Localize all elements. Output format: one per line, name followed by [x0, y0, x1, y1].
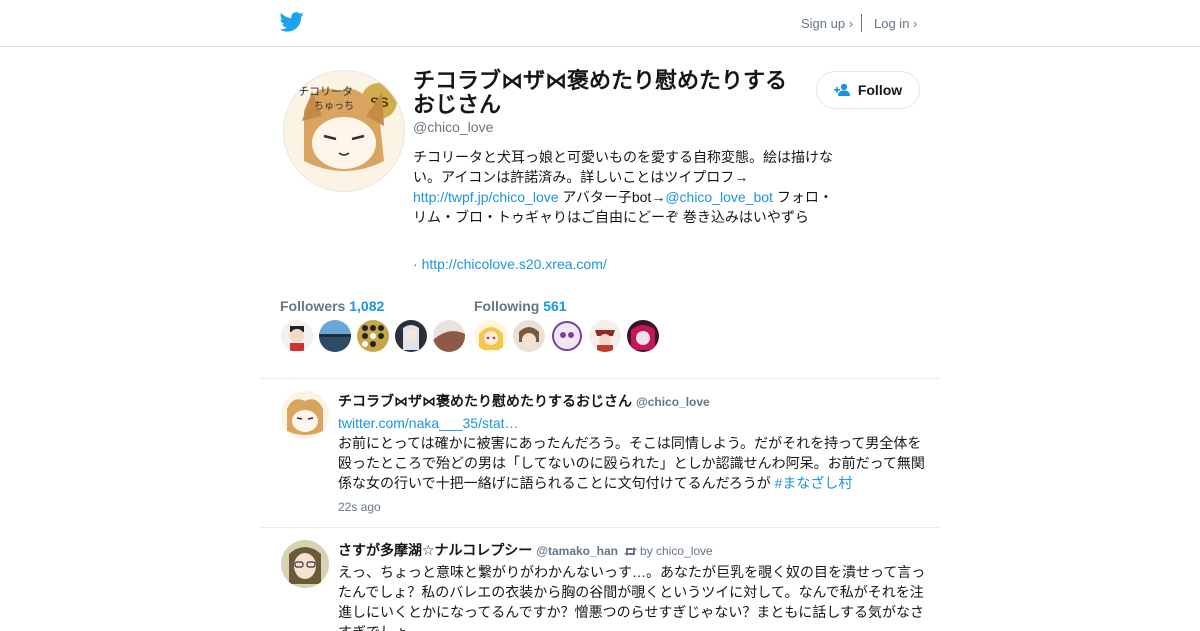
tweet-author-avatar[interactable]	[281, 391, 329, 439]
tweet-text: えっ、ちょっと意味と繋がりがわかんないっす…。あなたが巨乳を覗く奴の目を潰せって…	[338, 564, 926, 631]
tweet-hashtag-link[interactable]: #まなざし村	[775, 475, 853, 491]
following-avatar[interactable]	[513, 320, 545, 352]
login-link[interactable]: Log in ›	[874, 16, 917, 31]
tweet-quoted-link[interactable]: twitter.com/naka___35/stat…	[338, 415, 519, 431]
follow-button[interactable]: Follow	[816, 71, 920, 109]
profile-bio: チコリータと犬耳っ娘と可愛いものを愛する自称変態。絵は描けない。アイコンは許諾済…	[413, 147, 838, 227]
tweet-author-avatar-image	[281, 391, 329, 439]
svg-text:チコリータ: チコリータ	[298, 85, 353, 98]
follow-button-label: Follow	[857, 82, 903, 98]
tweet-author-avatar-image	[281, 540, 329, 588]
follower-avatar[interactable]	[319, 320, 351, 352]
website-link[interactable]: http://chicolove.s20.xrea.com/	[422, 256, 607, 272]
profile-name: チコラブ⋈ザ⋈褒めたり慰めたりするおじさん	[413, 68, 788, 117]
tweet-author-handle[interactable]: @tamako_han	[536, 544, 618, 558]
svg-text:ちゅっち: ちゅっち	[314, 100, 354, 112]
tweet-header: さすが多摩湖☆ナルコレプシー @tamako_han by chico_love	[338, 540, 713, 560]
following-stat[interactable]: Following 561	[474, 298, 567, 314]
following-avatar[interactable]	[551, 320, 583, 352]
top-navigation-bar: Sign up › Log in ›	[0, 0, 1200, 47]
follower-avatar[interactable]	[281, 320, 313, 352]
tweet-timestamp[interactable]: 22s ago	[338, 500, 381, 514]
followers-avatar-list	[281, 320, 465, 352]
nav-divider	[861, 14, 862, 32]
following-avatar[interactable]	[627, 320, 659, 352]
tweet-header: チコラブ⋈ザ⋈褒めたり慰めたりするおじさん @chico_love	[338, 391, 710, 411]
following-avatar[interactable]	[475, 320, 507, 352]
tweet: チコラブ⋈ザ⋈褒めたり慰めたりするおじさん @chico_love twitter…	[260, 378, 940, 528]
bio-twpf-link[interactable]: http://twpf.jp/chico_love	[413, 189, 559, 205]
tweet-author-name[interactable]: チコラブ⋈ザ⋈褒めたり慰めたりするおじさん	[338, 393, 632, 409]
profile-website: · http://chicolove.s20.xrea.com/	[413, 256, 607, 272]
tweet-text: お前にとっては確かに被害にあったんだろう。そこは同情しよう。だがそれを持って男全…	[338, 433, 930, 493]
bio-text: チコリータと犬耳っ娘と可愛いものを愛する自称変態。絵は描けない。アイコンは許諾済…	[413, 149, 833, 185]
follower-avatar[interactable]	[395, 320, 427, 352]
retweet-icon	[624, 547, 638, 557]
bio-text: アバター子bot→	[558, 189, 666, 205]
tweet-author-name[interactable]: さすが多摩湖☆ナルコレプシー	[338, 542, 532, 558]
tweet-author-avatar[interactable]	[281, 540, 329, 588]
retweet-by-label: by chico_love	[640, 544, 713, 558]
followers-count: 1,082	[349, 298, 385, 314]
following-count: 561	[543, 298, 567, 314]
follow-user-icon	[833, 83, 850, 96]
tweet-author-handle[interactable]: @chico_love	[636, 395, 710, 409]
retweet-indicator: by chico_love	[624, 544, 713, 558]
following-label: Following	[474, 298, 540, 314]
profile-handle: @chico_love	[413, 119, 494, 135]
following-avatar[interactable]	[589, 320, 621, 352]
follower-avatar[interactable]	[357, 320, 389, 352]
signup-link[interactable]: Sign up ›	[801, 16, 853, 31]
followers-label: Followers	[280, 298, 346, 314]
followers-stat[interactable]: Followers 1,082	[280, 298, 384, 314]
follower-avatar[interactable]	[433, 320, 465, 352]
twitter-bird-icon[interactable]	[280, 11, 304, 33]
website-prefix: ·	[413, 256, 422, 272]
profile-avatar-image: SS チコリータ ちゅっち	[284, 71, 404, 191]
following-avatar-list	[475, 320, 659, 352]
profile-avatar[interactable]: SS チコリータ ちゅっち	[284, 71, 404, 191]
bio-mention-link[interactable]: @chico_love_bot	[665, 189, 773, 205]
tweet: さすが多摩湖☆ナルコレプシー @tamako_han by chico_love え…	[260, 527, 940, 631]
